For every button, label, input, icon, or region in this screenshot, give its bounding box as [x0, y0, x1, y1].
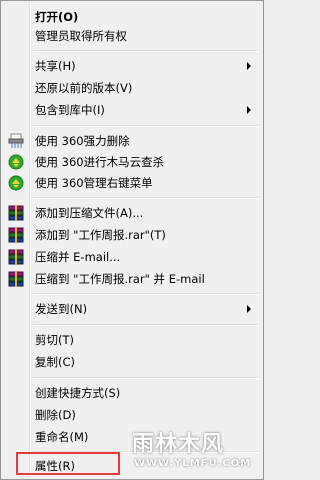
menu-separator: [33, 377, 259, 379]
360-shield-icon: [8, 175, 24, 191]
menu-item-delete[interactable]: 删除(D): [3, 405, 261, 424]
menu-item-label: 发送到(N): [35, 301, 88, 316]
menu-item-label: 打开(O): [35, 9, 79, 24]
watermark-title: 雨林木风: [132, 432, 225, 457]
menu-item-label: 还原以前的版本(V): [35, 80, 133, 95]
winrar-icon: [8, 205, 24, 221]
menu-separator: [33, 50, 259, 52]
menu-item-360-manage-menu[interactable]: 使用 360管理右键菜单: [3, 173, 261, 192]
menu-separator: [33, 125, 259, 127]
menu-item-label: 添加到 "工作周报.rar"(T): [35, 227, 166, 242]
menu-item-label: 管理员取得所有权: [35, 28, 127, 43]
menu-item-label: 压缩到 "工作周报.rar" 并 E-mail: [35, 271, 205, 286]
menu-item-cut[interactable]: 剪切(T): [3, 330, 261, 349]
menu-item-open[interactable]: 打开(O): [3, 7, 261, 26]
menu-item-label: 删除(D): [35, 407, 76, 422]
menu-item-compress-email[interactable]: 压缩并 E-mail...: [3, 247, 261, 266]
winrar-icon: [8, 271, 24, 287]
menu-item-label: 创建快捷方式(S): [35, 385, 121, 400]
menu-separator: [33, 197, 259, 199]
menu-item-label: 压缩并 E-mail...: [35, 249, 121, 264]
menu-separator: [33, 293, 259, 295]
menu-item-create-shortcut[interactable]: 创建快捷方式(S): [3, 383, 261, 402]
menu-item-restore-versions[interactable]: 还原以前的版本(V): [3, 78, 261, 97]
menu-item-label: 使用 360强力删除: [35, 133, 130, 148]
shredder-icon: [8, 133, 24, 149]
menu-item-label: 重命名(M): [35, 429, 89, 444]
submenu-arrow-icon: [247, 62, 251, 70]
menu-item-label: 使用 360管理右键菜单: [35, 175, 153, 190]
winrar-icon: [8, 249, 24, 265]
context-menu: 打开(O) 管理员取得所有权 共享(H) 还原以前的版本(V) 包含到库中(I)…: [0, 0, 264, 480]
winrar-icon: [8, 227, 24, 243]
menu-item-compress-rar-email[interactable]: 压缩到 "工作周报.rar" 并 E-mail: [3, 269, 261, 288]
submenu-arrow-icon: [247, 106, 251, 114]
menu-item-label: 添加到压缩文件(A)...: [35, 205, 144, 220]
menu-item-label: 共享(H): [35, 58, 76, 73]
360-shield-icon: [8, 154, 24, 170]
menu-item-360-shred[interactable]: 使用 360强力删除: [3, 131, 261, 150]
menu-item-label: 使用 360进行木马云查杀: [35, 154, 165, 169]
site-watermark: 雨林木风 WWW.YLMFU.COM: [132, 426, 258, 476]
submenu-arrow-icon: [247, 305, 251, 313]
menu-item-label: 复制(C): [35, 354, 76, 369]
menu-item-360-trojan-scan[interactable]: 使用 360进行木马云查杀: [3, 152, 261, 171]
menu-item-copy[interactable]: 复制(C): [3, 352, 261, 371]
menu-item-label: 包含到库中(I): [35, 102, 105, 117]
menu-item-send-to[interactable]: 发送到(N): [3, 299, 261, 318]
menu-separator: [33, 324, 259, 326]
properties-highlight-box: [16, 452, 120, 475]
menu-item-include-in-library[interactable]: 包含到库中(I): [3, 100, 261, 119]
menu-item-add-to-rar[interactable]: 添加到 "工作周报.rar"(T): [3, 225, 261, 244]
menu-item-add-to-archive[interactable]: 添加到压缩文件(A)...: [3, 203, 261, 222]
menu-item-take-ownership[interactable]: 管理员取得所有权: [3, 26, 261, 45]
menu-item-label: 剪切(T): [35, 332, 74, 347]
menu-item-share[interactable]: 共享(H): [3, 56, 261, 75]
watermark-url: WWW.YLMFU.COM: [134, 458, 252, 469]
